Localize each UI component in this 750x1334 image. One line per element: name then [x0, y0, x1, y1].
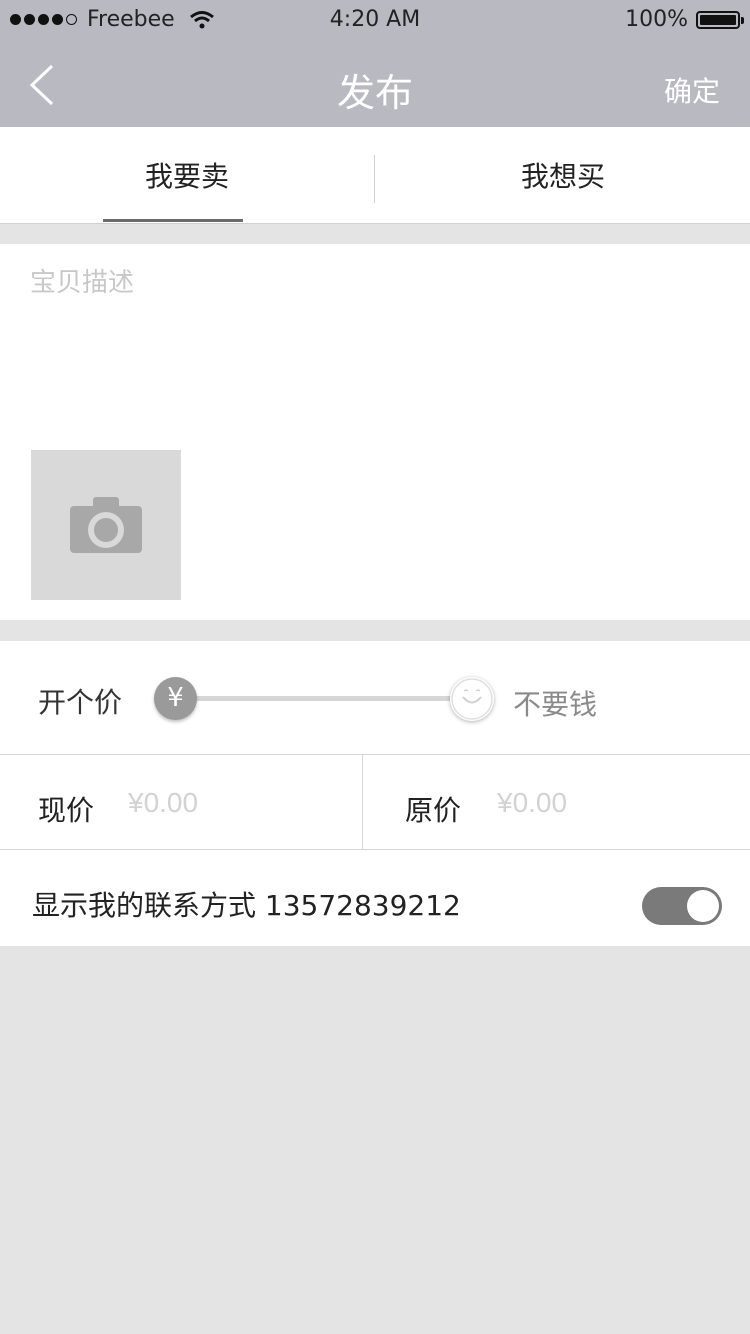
camera-icon — [70, 497, 142, 553]
column-divider — [362, 755, 363, 849]
status-bar: Freebee 4:20 AM 100% — [0, 0, 750, 40]
tab-active-indicator — [103, 219, 243, 222]
status-right: 100% — [625, 7, 744, 32]
free-toggle[interactable] — [450, 677, 494, 721]
price-slider-knob[interactable]: ¥ — [154, 677, 197, 720]
original-price-label: 原价 — [405, 794, 462, 827]
current-price-label: 现价 — [38, 794, 95, 827]
toggle-knob — [687, 890, 719, 922]
tab-sell[interactable]: 我要卖 — [0, 127, 374, 223]
current-price-input[interactable] — [128, 787, 328, 819]
battery-icon — [696, 10, 744, 29]
price-panel: 开个价 ¥ 不要钱 现价 原价 显示我的联系方式 13572839212 — [0, 641, 750, 946]
contact-row: 显示我的联系方式 13572839212 — [0, 850, 750, 946]
price-slider-row: 开个价 ¥ 不要钱 — [0, 641, 750, 755]
price-input-row: 现价 原价 — [0, 755, 750, 850]
page-title: 发布 — [336, 71, 413, 115]
navigation-bar: 发布 确定 — [0, 40, 750, 127]
tab-divider — [374, 155, 375, 203]
free-label: 不要钱 — [513, 688, 598, 721]
description-input[interactable]: 宝贝描述 — [30, 262, 134, 299]
price-label: 开个价 — [38, 686, 123, 719]
tab-bar: 我要卖 我想买 — [0, 127, 750, 224]
battery-percent: 100% — [625, 7, 688, 32]
smile-icon — [451, 678, 493, 720]
contact-toggle[interactable] — [642, 887, 722, 925]
description-panel: 宝贝描述 — [0, 244, 750, 620]
add-photo-button[interactable] — [31, 450, 181, 600]
tab-buy[interactable]: 我想买 — [376, 127, 750, 223]
confirm-button[interactable]: 确定 — [664, 70, 720, 110]
contact-label: 显示我的联系方式 13572839212 — [32, 889, 461, 922]
price-slider-track[interactable] — [190, 696, 460, 701]
original-price-input[interactable] — [497, 787, 697, 819]
